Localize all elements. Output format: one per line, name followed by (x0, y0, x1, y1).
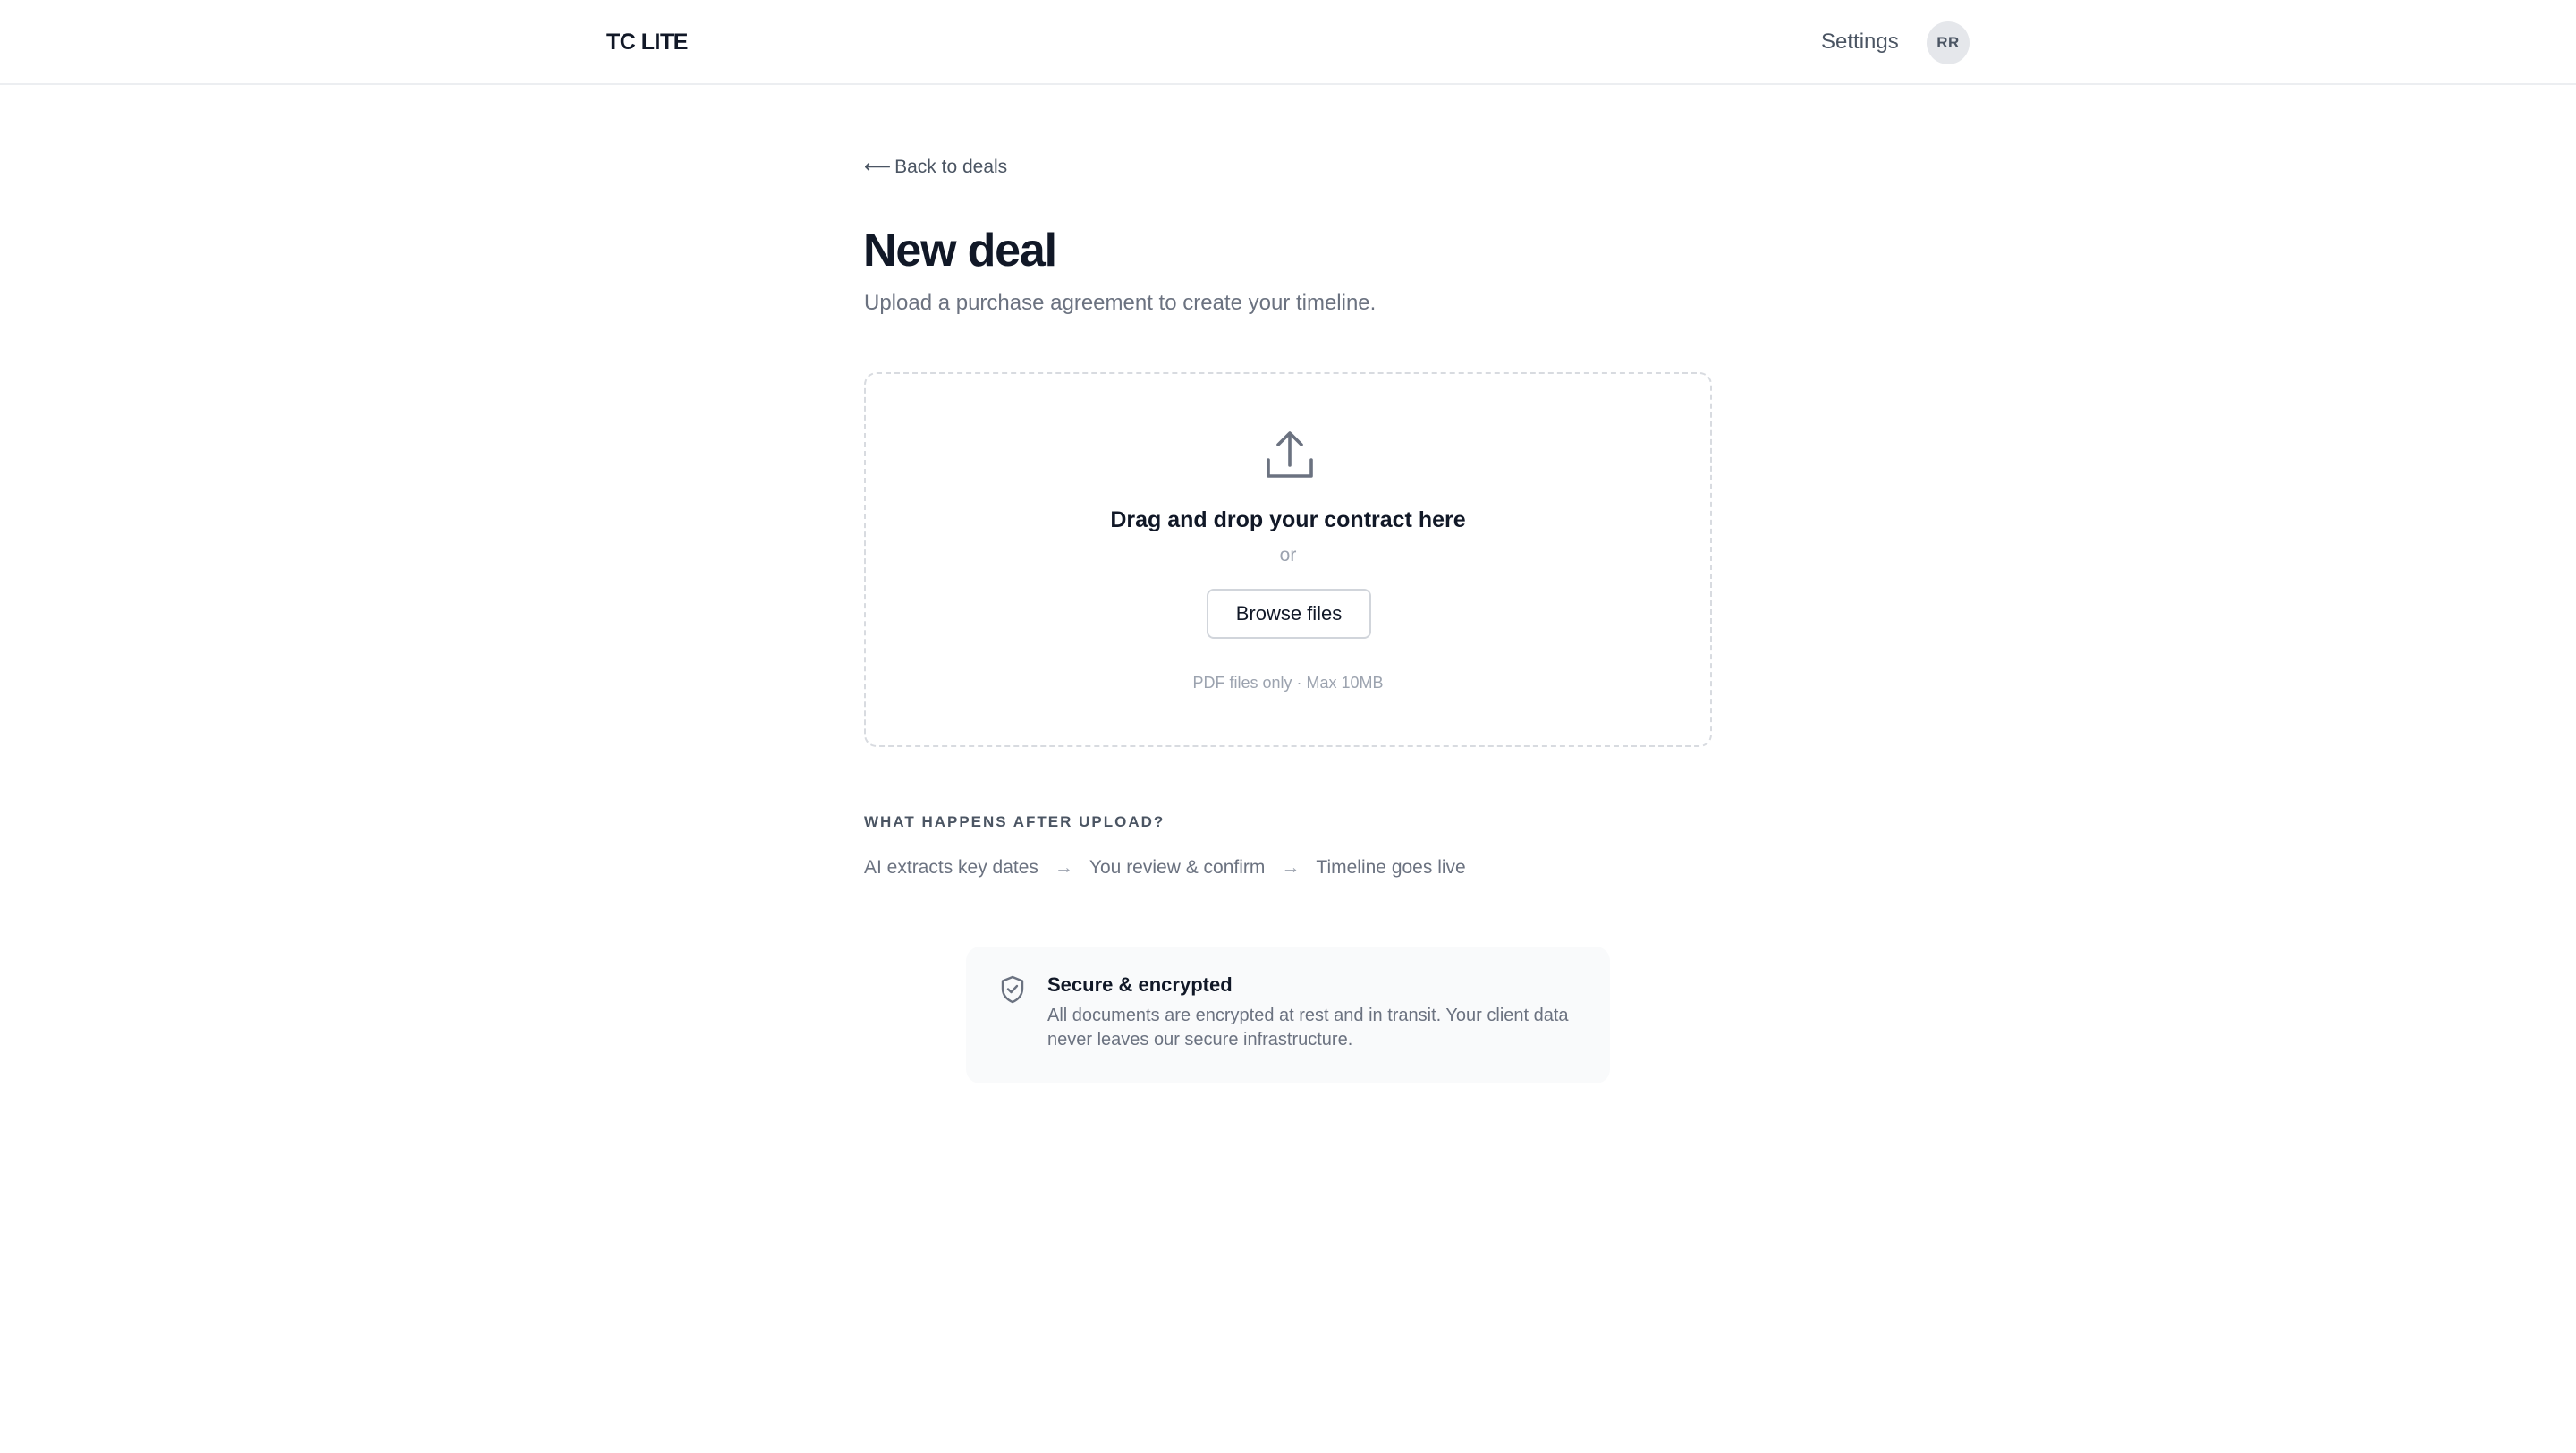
process-step: You review & confirm (1089, 857, 1266, 878)
page-subtitle: Upload a purchase agreement to create yo… (864, 291, 1377, 315)
process-step: AI extracts key dates (864, 857, 1038, 878)
security-title: Secure & encrypted (1047, 973, 1233, 996)
process-section-label: WHAT HAPPENS AFTER UPLOAD? (864, 813, 1165, 830)
upload-icon (1267, 431, 1313, 478)
arrow-right-icon: → (1054, 857, 1073, 878)
back-link-label: Back to deals (894, 157, 1008, 177)
dropzone-title: Drag and drop your contract here (1110, 507, 1466, 532)
user-avatar[interactable]: RR (1927, 21, 1970, 64)
file-requirements-hint: PDF files only · Max 10MB (1192, 674, 1384, 692)
contract-dropzone[interactable]: Drag and drop your contract here or Brow… (864, 372, 1712, 747)
security-notice-card: Secure & encrypted All documents are enc… (966, 947, 1610, 1083)
brand-logo[interactable]: TC LITE (606, 27, 688, 57)
security-description: All documents are encrypted at rest and … (1047, 1006, 1569, 1049)
process-step: Timeline goes live (1316, 857, 1466, 878)
process-steps: AI extracts key dates → You review & con… (864, 854, 1466, 881)
browse-files-button[interactable]: Browse files (1207, 589, 1371, 639)
settings-link[interactable]: Settings (1821, 28, 1899, 56)
top-navigation-bar: TC LITE Settings RR (0, 0, 2576, 85)
shield-check-icon (1001, 975, 1024, 1004)
arrow-right-icon: → (1281, 857, 1301, 878)
back-to-deals-link[interactable]: ⟵ Back to deals (864, 154, 1007, 181)
arrow-left-icon: ⟵ (864, 157, 892, 177)
dropzone-or-text: or (1279, 545, 1297, 565)
page-title: New deal (863, 225, 1057, 276)
